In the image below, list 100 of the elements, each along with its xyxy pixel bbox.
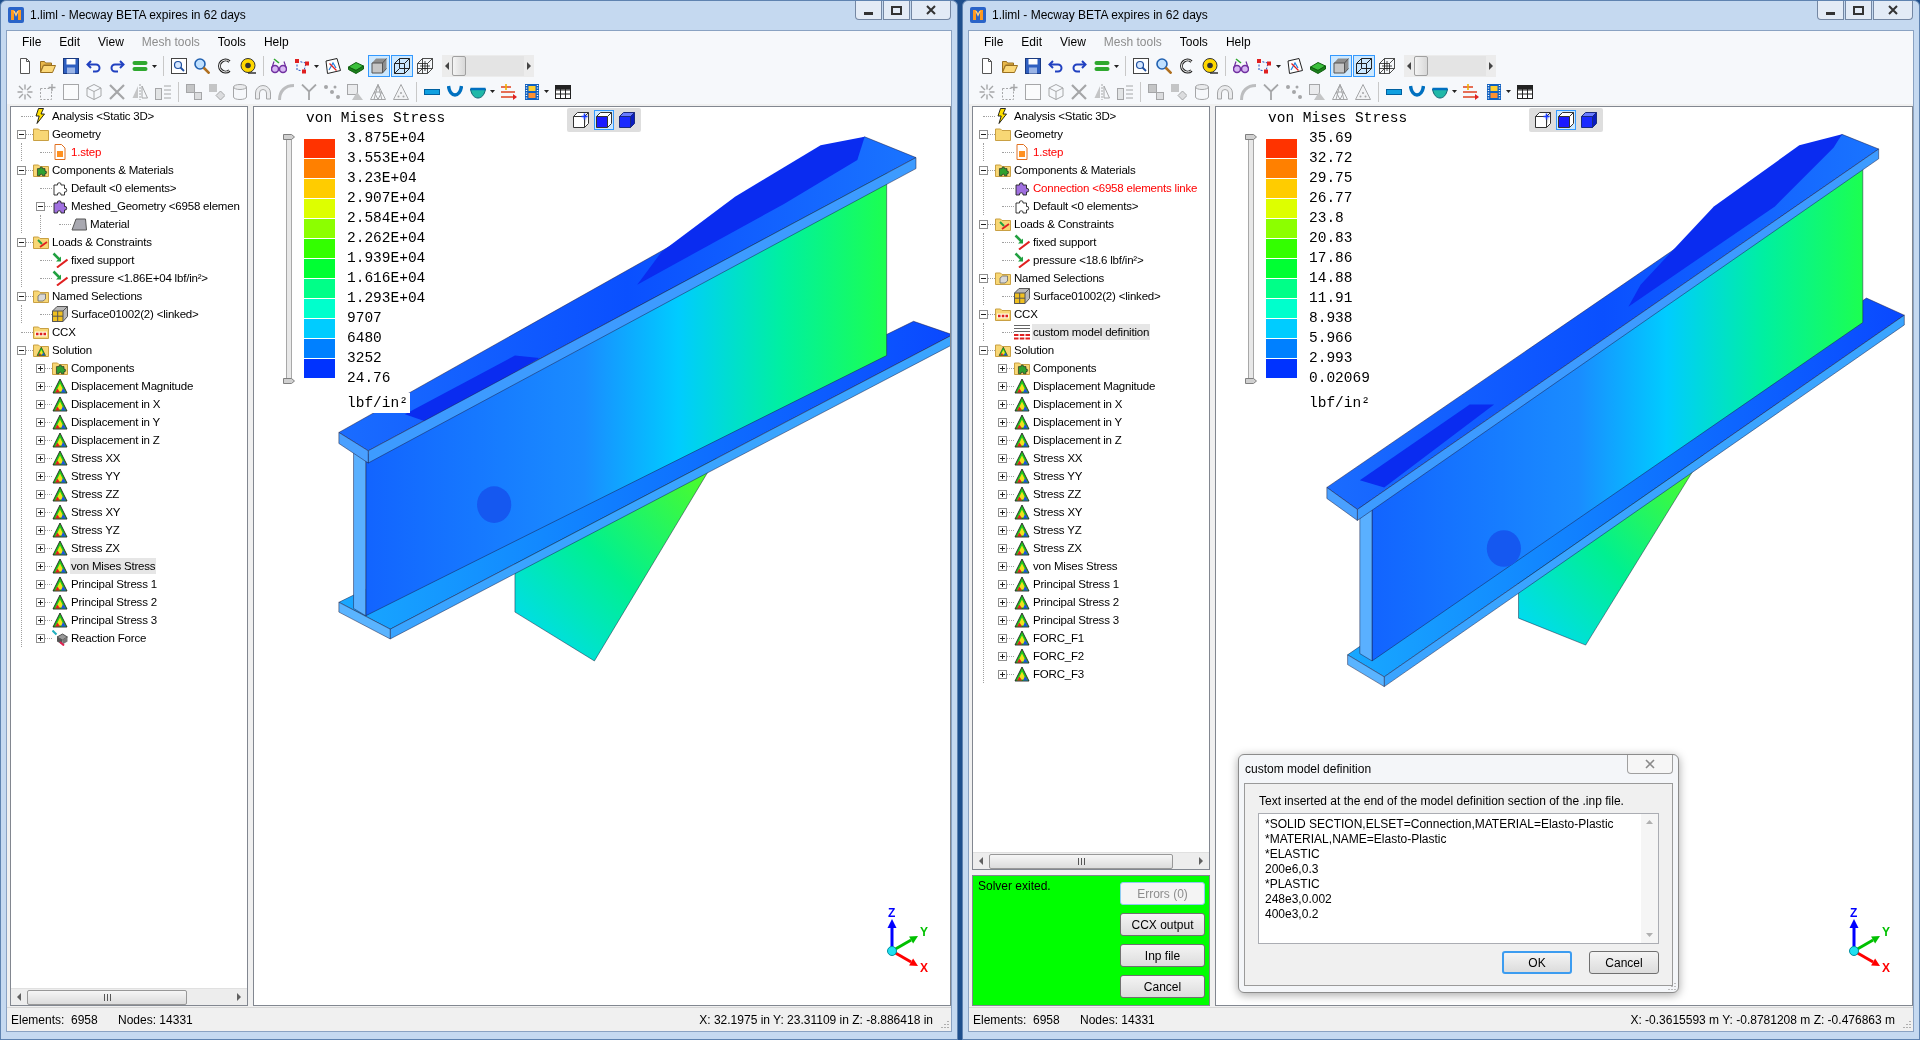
expand-icon[interactable] bbox=[35, 525, 45, 535]
close-button[interactable] bbox=[1873, 1, 1913, 20]
drawing-sheet-icon[interactable] bbox=[1287, 58, 1303, 74]
expand-icon[interactable] bbox=[997, 507, 1007, 517]
menu-item[interactable]: View bbox=[1051, 32, 1095, 52]
expand-icon[interactable] bbox=[997, 615, 1007, 625]
expand-icon[interactable] bbox=[997, 363, 1007, 373]
half-shaded-cube-icon[interactable] bbox=[594, 110, 614, 130]
expand-icon[interactable] bbox=[35, 453, 45, 463]
slider-handle[interactable] bbox=[1245, 134, 1257, 140]
new-file-icon[interactable] bbox=[979, 58, 995, 74]
collapse-icon[interactable] bbox=[35, 201, 45, 211]
collapse-icon[interactable] bbox=[16, 345, 26, 355]
expand-icon[interactable] bbox=[997, 399, 1007, 409]
expand-icon[interactable] bbox=[997, 435, 1007, 445]
expand-icon[interactable] bbox=[997, 669, 1007, 679]
collapse-icon[interactable] bbox=[16, 237, 26, 247]
resize-grip-icon[interactable] bbox=[1666, 982, 1676, 990]
expand-icon[interactable] bbox=[997, 561, 1007, 571]
resize-grip-icon[interactable] bbox=[939, 1020, 949, 1028]
redo-icon[interactable] bbox=[1071, 58, 1087, 74]
lines-icon[interactable] bbox=[1463, 83, 1479, 100]
wireframe-cube-icon[interactable] bbox=[391, 55, 413, 77]
collapse-icon[interactable] bbox=[978, 219, 988, 229]
expand-icon[interactable] bbox=[997, 489, 1007, 499]
expand-icon[interactable] bbox=[35, 381, 45, 391]
mesh-cube-icon[interactable] bbox=[1379, 58, 1395, 74]
slider-handle[interactable] bbox=[283, 378, 295, 384]
expand-icon[interactable] bbox=[35, 561, 45, 571]
expand-icon[interactable] bbox=[35, 435, 45, 445]
scroll-left-icon[interactable] bbox=[1407, 62, 1411, 70]
points-polygon-icon[interactable] bbox=[294, 58, 310, 74]
scroll-left-icon[interactable] bbox=[17, 993, 21, 1001]
model-viewport[interactable]: von Mises Stress 3.875E+04 3.553E+04 3.23E+04 2.907E+04 2.584E+04 2.262E+04 1.939E+04 1.616E+04 1.293E+04 9707 6480 3252 24.76 lbf/in² Z Y X bbox=[253, 106, 951, 1006]
scrollbar-thumb[interactable] bbox=[989, 853, 1173, 869]
menu-item[interactable]: View bbox=[89, 32, 133, 52]
open-folder-icon[interactable] bbox=[40, 58, 56, 74]
caret-icon[interactable] bbox=[152, 64, 157, 68]
boxed-magnifier-icon[interactable] bbox=[171, 58, 187, 74]
slider-handle[interactable] bbox=[283, 134, 295, 140]
expand-icon[interactable] bbox=[35, 615, 45, 625]
expand-icon[interactable] bbox=[997, 471, 1007, 481]
glasses-icon[interactable] bbox=[271, 58, 287, 74]
lines-icon[interactable] bbox=[501, 83, 517, 100]
expand-icon[interactable] bbox=[997, 525, 1007, 535]
expand-icon[interactable] bbox=[997, 633, 1007, 643]
solid-cube-icon[interactable] bbox=[1581, 112, 1597, 128]
range-slider-track[interactable] bbox=[286, 139, 292, 379]
tree-item[interactable]: custom model definition bbox=[1032, 324, 1151, 340]
scroll-left-icon[interactable] bbox=[445, 62, 449, 70]
maximize-button[interactable] bbox=[883, 1, 910, 20]
save-icon[interactable] bbox=[1025, 58, 1041, 74]
measure-tape-icon[interactable] bbox=[240, 58, 256, 74]
collapse-icon[interactable] bbox=[978, 165, 988, 175]
new-file-icon[interactable] bbox=[17, 58, 33, 74]
caret-icon[interactable] bbox=[1114, 64, 1119, 68]
mesh-cube-icon[interactable] bbox=[417, 58, 433, 74]
expand-icon[interactable] bbox=[35, 363, 45, 373]
scroll-right-icon[interactable] bbox=[527, 62, 531, 70]
scroll-left-icon[interactable] bbox=[979, 857, 983, 865]
expand-icon[interactable] bbox=[35, 417, 45, 427]
shaded-cube-icon[interactable] bbox=[1330, 55, 1352, 77]
redo-icon[interactable] bbox=[109, 58, 125, 74]
search-icon[interactable] bbox=[1156, 58, 1172, 74]
solid-cube-icon[interactable] bbox=[619, 112, 635, 128]
menu-item[interactable]: Help bbox=[254, 32, 298, 52]
dialog-button[interactable]: OK bbox=[1502, 951, 1572, 974]
menu-item[interactable]: Help bbox=[1216, 32, 1260, 52]
caret-icon[interactable] bbox=[1452, 90, 1457, 93]
scroll-right-icon[interactable] bbox=[1489, 62, 1493, 70]
action-button[interactable]: Cancel bbox=[1120, 975, 1205, 998]
expand-icon[interactable] bbox=[35, 471, 45, 481]
tree-item[interactable]: von Mises Stress bbox=[70, 558, 157, 574]
slider-handle[interactable] bbox=[1245, 378, 1257, 384]
action-button[interactable]: CCX output bbox=[1120, 913, 1205, 936]
save-icon[interactable] bbox=[63, 58, 79, 74]
minimize-button[interactable] bbox=[855, 1, 882, 20]
expand-icon[interactable] bbox=[997, 417, 1007, 427]
points-polygon-icon[interactable] bbox=[1256, 58, 1272, 74]
slider-thumb[interactable] bbox=[1414, 56, 1428, 76]
caret-icon[interactable] bbox=[1506, 90, 1511, 93]
maximize-button[interactable] bbox=[1845, 1, 1872, 20]
table-icon[interactable] bbox=[1517, 83, 1533, 100]
scrollbar-thumb[interactable] bbox=[27, 989, 187, 1005]
expand-icon[interactable] bbox=[35, 543, 45, 553]
collapse-icon[interactable] bbox=[16, 291, 26, 301]
collapse-icon[interactable] bbox=[16, 165, 26, 175]
dialog-button[interactable]: Cancel bbox=[1589, 951, 1659, 974]
slider-thumb[interactable] bbox=[452, 56, 466, 76]
resize-grip-icon[interactable] bbox=[1901, 1020, 1911, 1028]
expand-icon[interactable] bbox=[35, 489, 45, 499]
open-ring-icon[interactable] bbox=[217, 58, 233, 74]
scroll-right-icon[interactable] bbox=[1199, 857, 1203, 865]
shaded-cube-icon[interactable] bbox=[368, 55, 390, 77]
film-icon[interactable] bbox=[1486, 83, 1502, 100]
close-button[interactable] bbox=[911, 1, 951, 20]
collapse-icon[interactable] bbox=[978, 309, 988, 319]
glasses-icon[interactable] bbox=[1233, 58, 1249, 74]
expand-icon[interactable] bbox=[997, 651, 1007, 661]
caret-icon[interactable] bbox=[490, 90, 495, 93]
